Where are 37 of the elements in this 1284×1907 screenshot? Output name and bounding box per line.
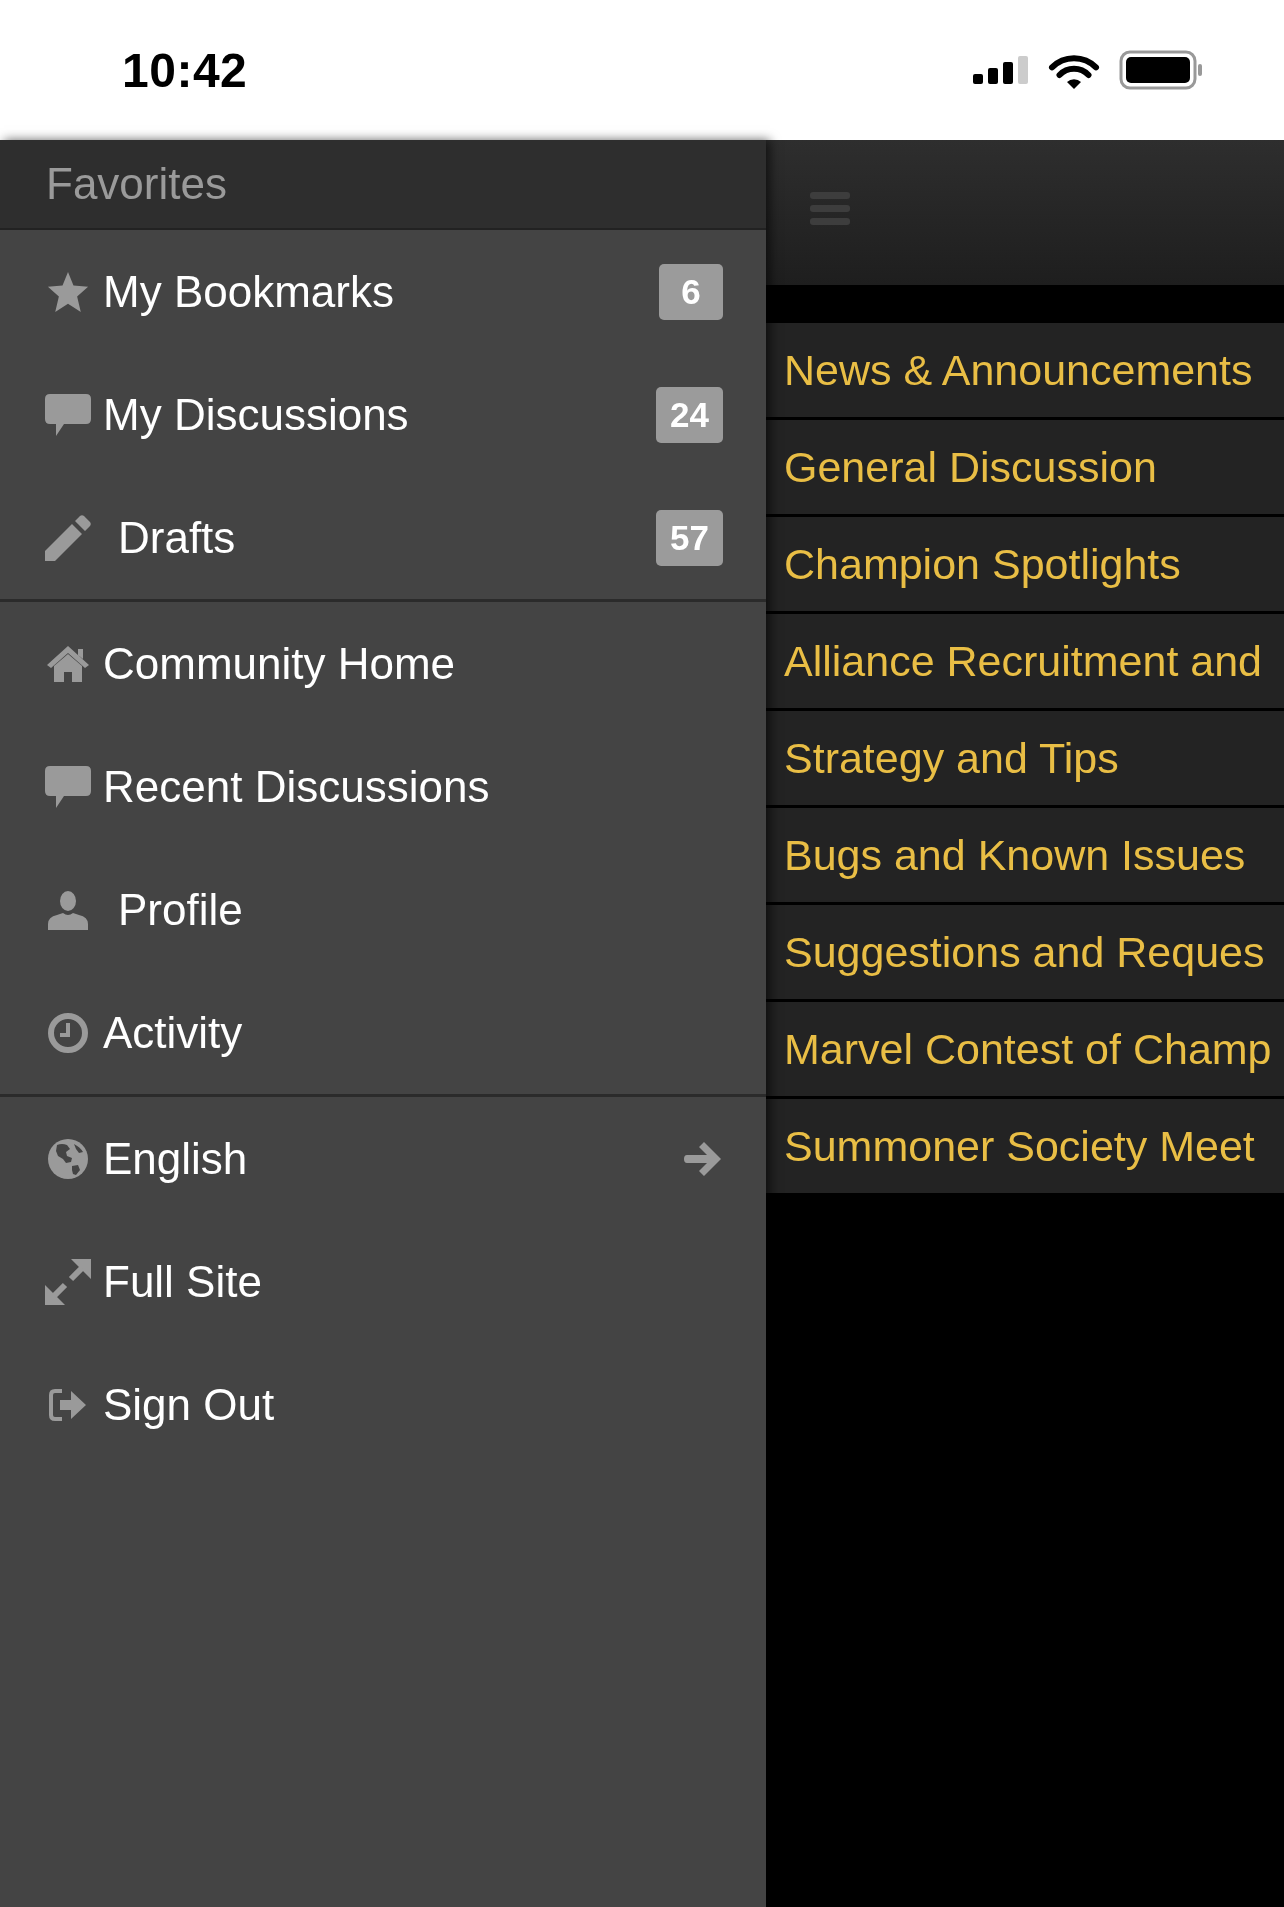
- category-link[interactable]: Suggestions and Reques: [766, 905, 1284, 1002]
- menu-item[interactable]: My Bookmarks 6: [0, 230, 766, 353]
- category-link[interactable]: Marvel Contest of Champ: [766, 1002, 1284, 1099]
- category-link[interactable]: Summoner Society Meet: [766, 1099, 1284, 1196]
- count-badge: 24: [656, 386, 723, 443]
- house-icon: [47, 645, 89, 682]
- count-badge: 6: [659, 263, 723, 320]
- battery-icon: [1119, 50, 1203, 90]
- menu-item[interactable]: Full Site: [0, 1220, 766, 1343]
- menu-item[interactable]: Drafts 57: [0, 476, 766, 599]
- count-badge: 57: [656, 509, 723, 566]
- globe-icon: [48, 1138, 88, 1179]
- menu-item[interactable]: English: [0, 1097, 766, 1220]
- expand-arrows-icon: [45, 1258, 91, 1305]
- category-link[interactable]: News & Announcements: [766, 323, 1284, 420]
- status-time: 10:42: [122, 42, 248, 98]
- category-link[interactable]: Strategy and Tips: [766, 711, 1284, 808]
- speech-bubble-icon: [45, 393, 91, 436]
- category-link[interactable]: Alliance Recruitment and: [766, 614, 1284, 711]
- clock-icon: [48, 1012, 88, 1053]
- menu-item[interactable]: My Discussions 24: [0, 353, 766, 476]
- menu-item[interactable]: Activity: [0, 971, 766, 1094]
- pencil-icon: [45, 514, 91, 561]
- section-header: Favorites: [0, 140, 766, 230]
- menu-icon[interactable]: [810, 191, 850, 226]
- person-icon: [48, 889, 88, 930]
- category-link[interactable]: Champion Spotlights: [766, 517, 1284, 614]
- category-link[interactable]: General Discussion: [766, 420, 1284, 517]
- menu-item[interactable]: Recent Discussions: [0, 725, 766, 848]
- sign-out-icon: [48, 1386, 88, 1423]
- menu-item[interactable]: Sign Out: [0, 1343, 766, 1466]
- category-link[interactable]: Bugs and Known Issues: [766, 808, 1284, 905]
- menu-item[interactable]: Community Home: [0, 602, 766, 725]
- speech-bubble-icon: [45, 765, 91, 808]
- signal-icon: [973, 56, 1029, 84]
- menu-item[interactable]: Profile: [0, 848, 766, 971]
- star-icon: [46, 270, 90, 313]
